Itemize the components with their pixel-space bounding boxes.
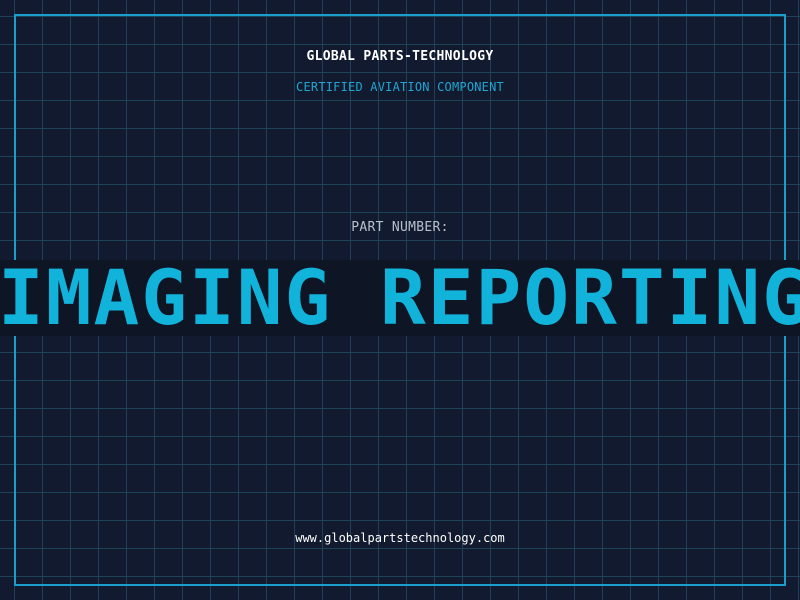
website-url: www.globalpartstechnology.com [295,531,505,545]
certification-subtitle: CERTIFIED AVIATION COMPONENT [296,80,504,94]
company-name: GLOBAL PARTS-TECHNOLOGY [306,49,494,64]
part-number-band: IMAGING REPORTING AND [0,260,800,336]
part-number-label: PART NUMBER: [351,220,449,235]
part-number-value: IMAGING REPORTING AND [0,260,800,336]
